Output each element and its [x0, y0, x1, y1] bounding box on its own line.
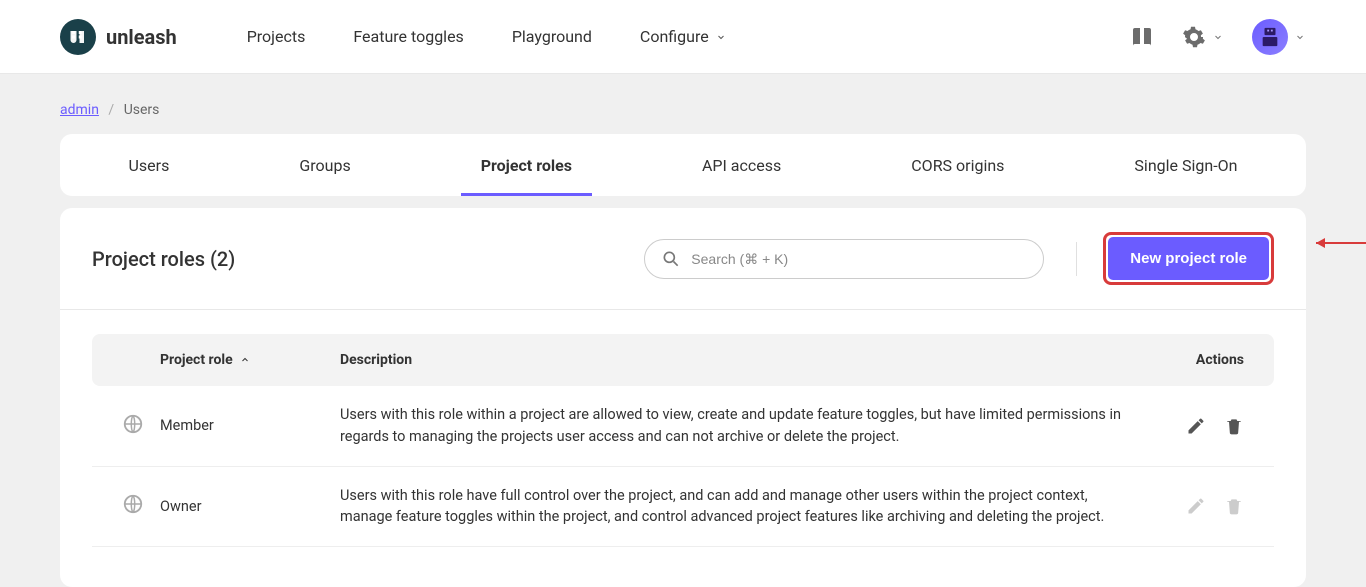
delete-icon[interactable] — [1224, 416, 1244, 436]
th-project-role-label: Project role — [160, 352, 233, 368]
search-input[interactable] — [691, 251, 1027, 267]
tabs-card: Users Groups Project roles API access CO… — [60, 134, 1306, 196]
page-title: Project roles (2) — [92, 247, 235, 271]
breadcrumb-current: Users — [124, 102, 160, 118]
table-wrap: Project role Description Actions Member … — [60, 310, 1306, 587]
user-menu[interactable] — [1252, 19, 1306, 55]
nav-right — [1130, 19, 1306, 55]
nav-item-feature-toggles[interactable]: Feature toggles — [353, 27, 463, 46]
vertical-divider — [1076, 242, 1077, 276]
docs-icon[interactable] — [1130, 25, 1154, 49]
breadcrumb-separator: / — [102, 102, 120, 118]
globe-icon — [122, 413, 144, 435]
table-row: Owner Users with this role have full con… — [92, 467, 1274, 548]
avatar — [1252, 19, 1288, 55]
table-row: Member Users with this role within a pro… — [92, 386, 1274, 467]
search-wrap[interactable] — [644, 239, 1044, 279]
th-description: Description — [340, 352, 1154, 368]
search-icon — [661, 249, 681, 269]
delete-icon[interactable] — [1224, 496, 1244, 516]
tab-groups[interactable]: Groups — [279, 134, 370, 196]
settings-menu[interactable] — [1182, 25, 1224, 49]
nav-item-playground[interactable]: Playground — [512, 27, 592, 46]
logo-icon — [60, 19, 96, 55]
breadcrumb: admin / Users — [0, 74, 1366, 134]
globe-icon — [122, 493, 144, 515]
card-header: Project roles (2) New project role — [60, 208, 1306, 310]
nav-items: Projects Feature toggles Playground Conf… — [247, 27, 1130, 46]
tab-cors-origins[interactable]: CORS origins — [891, 134, 1024, 196]
role-name: Owner — [160, 498, 340, 515]
breadcrumb-admin-link[interactable]: admin — [60, 102, 99, 118]
edit-icon[interactable] — [1186, 496, 1206, 516]
nav-item-configure[interactable]: Configure — [640, 27, 727, 46]
new-project-role-button[interactable]: New project role — [1108, 237, 1269, 280]
gear-icon — [1182, 25, 1206, 49]
callout-arrow — [1316, 242, 1366, 244]
tab-project-roles[interactable]: Project roles — [461, 134, 592, 196]
logo-text: unleash — [106, 25, 177, 49]
role-description: Users with this role within a project ar… — [340, 404, 1154, 448]
table-header: Project role Description Actions — [92, 334, 1274, 386]
main-card: Project roles (2) New project role Proje… — [60, 208, 1306, 587]
chevron-down-icon — [1294, 31, 1306, 43]
edit-icon[interactable] — [1186, 416, 1206, 436]
tab-api-access[interactable]: API access — [682, 134, 801, 196]
chevron-down-icon — [715, 31, 727, 43]
top-navigation: unleash Projects Feature toggles Playgro… — [0, 0, 1366, 74]
sort-asc-icon — [239, 354, 251, 366]
th-project-role[interactable]: Project role — [160, 352, 340, 368]
new-button-highlight: New project role — [1103, 232, 1274, 285]
tab-sso[interactable]: Single Sign-On — [1114, 134, 1257, 196]
chevron-down-icon — [1212, 31, 1224, 43]
role-description: Users with this role have full control o… — [340, 485, 1154, 529]
logo[interactable]: unleash — [60, 19, 177, 55]
th-actions: Actions — [1154, 352, 1244, 368]
tab-users[interactable]: Users — [109, 134, 190, 196]
nav-item-projects[interactable]: Projects — [247, 27, 306, 46]
nav-item-configure-label: Configure — [640, 27, 709, 46]
role-name: Member — [160, 417, 340, 434]
